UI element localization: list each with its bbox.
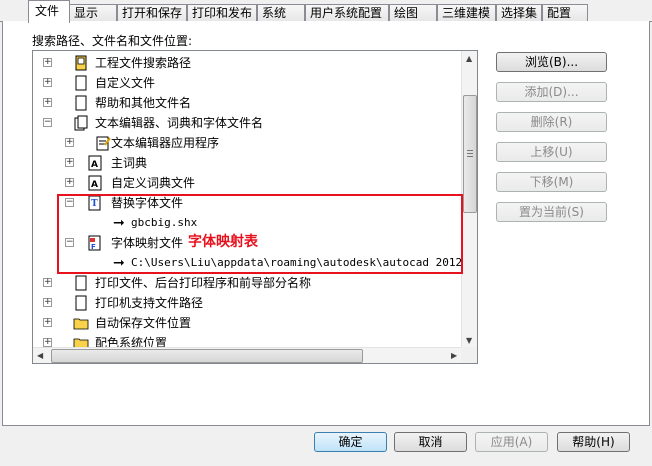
svg-text:A: A [91,180,98,190]
tree-item-label: 自动保存文件位置 [95,316,192,330]
expand-icon[interactable]: + [43,58,52,67]
scroll-corner [461,347,477,363]
expand-icon[interactable]: + [43,278,52,287]
tree-item-label: 打印机支持文件路径 [95,296,204,310]
tab-selection[interactable]: 选择集 [496,4,542,22]
scroll-up-icon[interactable]: ▲ [466,54,472,63]
tab-display[interactable]: 显示 [69,4,117,22]
tab-drafting[interactable]: 绘图 [389,4,437,22]
tree-item-label: 配色系统位置 [95,336,168,348]
folder-icon [73,318,89,330]
tab-open-save[interactable]: 打开和保存 [117,4,187,22]
tab-system[interactable]: 系统 [257,4,305,22]
section-label: 搜索路径、文件名和文件位置: [32,34,193,48]
tab-files[interactable]: 文件 [28,0,70,23]
tree-item-label: 自定义文件 [95,76,156,90]
file-icon [75,295,87,311]
file-icon [75,275,87,291]
dictionary-icon: A [88,155,102,171]
dictionary-icon: A [88,175,102,191]
scroll-thumb[interactable] [463,95,477,213]
tab-plot-publish[interactable]: 打印和发布 [187,4,257,22]
scroll-down-icon[interactable]: ▼ [466,336,472,345]
tree-item-label: 帮助和其他文件名 [95,96,192,110]
cancel-button[interactable]: 取消 [394,432,467,452]
scroll-thumb[interactable] [51,349,363,363]
collapse-icon[interactable]: − [43,118,52,127]
tab-profiles[interactable]: 配置 [542,4,588,22]
tab-user-preferences[interactable]: 用户系统配置 [305,4,389,22]
help-button[interactable]: 帮助(H) [557,432,630,452]
expand-icon[interactable]: + [65,138,74,147]
tree-item-label: 打印文件、后台打印程序和前导部分名称 [95,276,312,290]
expand-icon[interactable]: + [43,78,52,87]
remove-button[interactable]: 删除(R) [496,112,607,132]
tree-horizontal-scrollbar[interactable]: ◀ ▶ [33,347,463,363]
file-icon [75,95,87,111]
browse-button[interactable]: 浏览(B)... [496,52,607,72]
text-editor-icon [96,136,111,151]
expand-icon[interactable]: + [43,338,52,347]
annotation-label: 字体映射表 [188,234,258,250]
expand-icon[interactable]: + [43,98,52,107]
tree-vertical-scrollbar[interactable]: ▲ ▼ [461,51,477,348]
expand-icon[interactable]: + [43,298,52,307]
files-icon [74,115,88,131]
tab-bar: 文件 显示 打开和保存 打印和发布 系统 用户系统配置 绘图 三维建模 选择集 … [0,0,652,23]
tree-item-label: 文本编辑器、词典和字体文件名 [95,116,264,130]
move-up-button[interactable]: 上移(U) [496,142,607,162]
add-button[interactable]: 添加(D)... [496,82,607,102]
scroll-left-icon[interactable]: ◀ [37,351,43,360]
tree-item-label: 文本编辑器应用程序 [111,136,220,150]
ok-button[interactable]: 确定 [314,432,387,452]
folder-path-icon [75,55,87,71]
highlight-box [57,194,463,274]
tree-item-label: 主词典 [111,156,148,170]
apply-button[interactable]: 应用(A) [475,432,548,452]
expand-icon[interactable]: + [65,178,74,187]
expand-icon[interactable]: + [43,318,52,327]
tree-item-label: 自定义词典文件 [111,176,196,190]
file-icon [75,75,87,91]
move-down-button[interactable]: 下移(M) [496,172,607,192]
tab-3d-modeling[interactable]: 三维建模 [437,4,496,22]
scroll-right-icon[interactable]: ▶ [451,351,457,360]
tree-item-label: 工程文件搜索路径 [95,56,192,70]
expand-icon[interactable]: + [65,158,74,167]
set-current-button[interactable]: 置为当前(S) [496,202,607,222]
svg-text:A: A [91,160,98,170]
